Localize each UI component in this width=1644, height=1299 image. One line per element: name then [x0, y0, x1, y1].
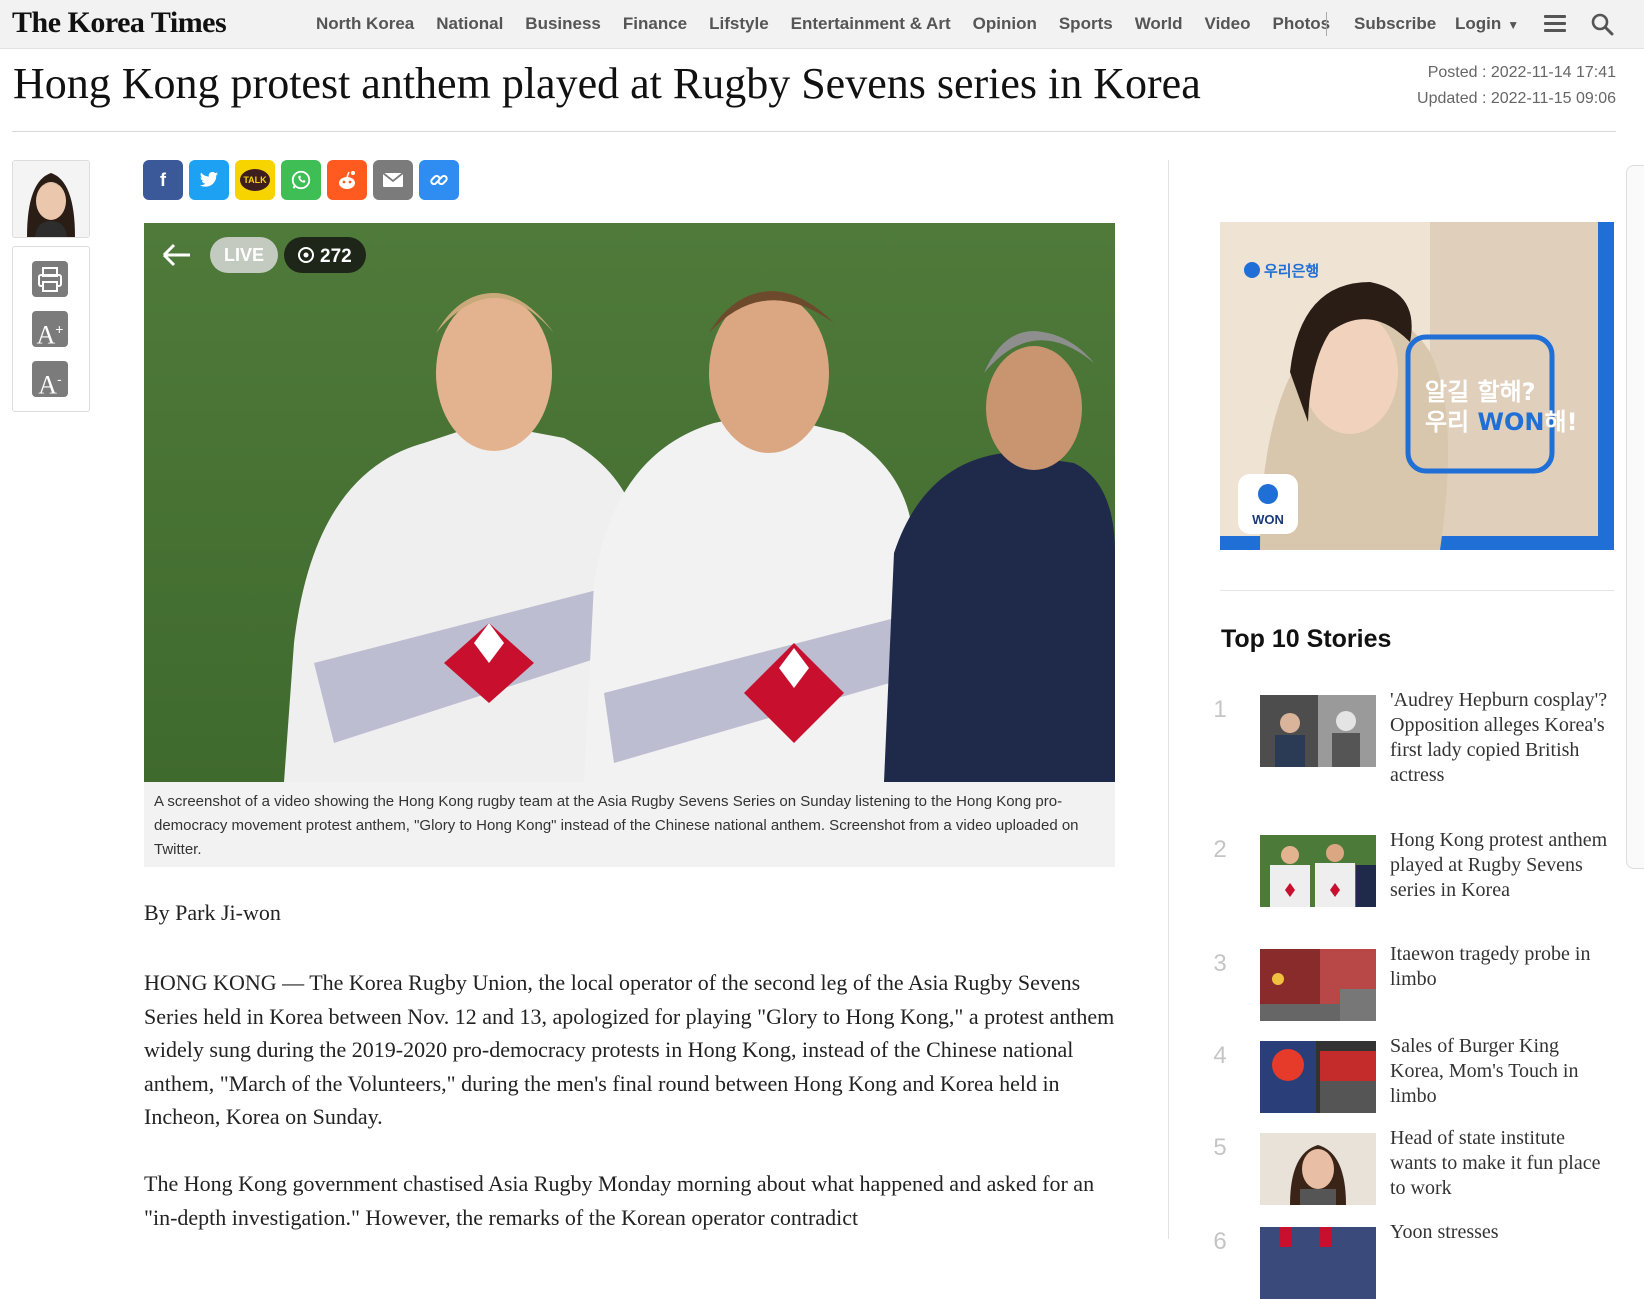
copy-link-icon[interactable]	[419, 160, 459, 200]
ad-line2: 우리 WON해!	[1425, 408, 1578, 436]
advertisement-banner[interactable]: 알길 할해? 우리 WON해! 우리은행 WON	[1220, 222, 1614, 550]
story-rank: 3	[1213, 950, 1227, 977]
article-headline: Hong Kong protest anthem played at Rugby…	[13, 59, 1201, 108]
ad-won-badge: WON	[1252, 512, 1284, 527]
story-thumbnail[interactable]	[1260, 949, 1376, 1021]
byline: By Park Ji-won	[144, 900, 281, 925]
nav-item-video[interactable]: Video	[1205, 14, 1251, 34]
top-stories-title: Top 10 Stories	[1221, 625, 1392, 653]
login-button[interactable]: Login ▼	[1455, 14, 1519, 34]
photo-caption: A screenshot of a video showing the Hong…	[144, 782, 1115, 867]
article-photo[interactable]: LIVE 272	[144, 223, 1115, 782]
headline-divider	[12, 131, 1616, 132]
article-tools: A+ A-	[12, 246, 90, 412]
caption-text: A screenshot of a video showing the Hong…	[154, 793, 1079, 858]
story-title[interactable]: Sales of Burger King Korea, Mom's Touch …	[1390, 1034, 1612, 1109]
story-title[interactable]: Hong Kong protest anthem played at Rugby…	[1390, 828, 1612, 903]
story-rank: 5	[1213, 1134, 1227, 1161]
story-title[interactable]: 'Audrey Hepburn cosplay'? Opposition all…	[1390, 688, 1612, 788]
story-thumbnail[interactable]	[1260, 1133, 1376, 1205]
story-rank: 6	[1213, 1228, 1227, 1255]
sidebar-divider	[1220, 590, 1614, 591]
login-label: Login	[1455, 14, 1502, 33]
article-paragraph: The Hong Kong government chastised Asia …	[144, 1171, 1095, 1230]
search-icon[interactable]	[1590, 12, 1614, 36]
top-bar: The Korea Times North Korea National Bus…	[0, 0, 1644, 49]
print-icon[interactable]	[32, 261, 68, 297]
story-rank: 1	[1213, 696, 1227, 723]
nav-item-business[interactable]: Business	[525, 14, 601, 34]
kakaotalk-icon[interactable]: TALK	[235, 160, 275, 200]
whatsapp-icon[interactable]	[281, 160, 321, 200]
nav-item-world[interactable]: World	[1135, 14, 1183, 34]
nav-item-opinion[interactable]: Opinion	[973, 14, 1037, 34]
subscribe-link[interactable]: Subscribe	[1354, 14, 1436, 34]
story-thumbnail[interactable]	[1260, 835, 1376, 907]
font-decrease-button[interactable]: A-	[32, 361, 68, 400]
story-thumbnail[interactable]	[1260, 1041, 1376, 1113]
nav-item-photos[interactable]: Photos	[1273, 14, 1331, 34]
story-rank: 2	[1213, 836, 1227, 863]
main-nav: North Korea National Business Finance Li…	[316, 0, 1352, 48]
nav-item-lifestyle[interactable]: Lifstyle	[709, 14, 769, 34]
story-title[interactable]: Itaewon tragedy probe in limbo	[1390, 942, 1612, 992]
site-logo[interactable]: The Korea Times	[12, 6, 227, 40]
nav-item-sports[interactable]: Sports	[1059, 14, 1113, 34]
article-paragraph: HONG KONG — The Korea Rugby Union, the l…	[144, 970, 1115, 1129]
email-icon[interactable]	[373, 160, 413, 200]
story-rank: 4	[1213, 1042, 1227, 1069]
nav-item-entertainment[interactable]: Entertainment & Art	[791, 14, 951, 34]
author-avatar[interactable]	[12, 160, 90, 238]
twitter-icon[interactable]	[189, 160, 229, 200]
facebook-icon[interactable]: f	[143, 160, 183, 200]
font-increase-button[interactable]: A+	[32, 311, 68, 350]
nav-item-finance[interactable]: Finance	[623, 14, 687, 34]
view-count: 272	[320, 246, 352, 267]
nav-divider	[1326, 12, 1327, 36]
menu-icon[interactable]	[1544, 15, 1566, 33]
story-thumbnail[interactable]	[1260, 1227, 1376, 1299]
posted-date: Posted : 2022-11-14 17:41	[1427, 64, 1616, 81]
ad-bank-name: 우리은행	[1264, 262, 1319, 280]
updated-date: Updated : 2022-11-15 09:06	[1417, 90, 1616, 107]
story-title[interactable]: Head of state institute wants to make it…	[1390, 1126, 1612, 1201]
ad-line1: 알길 할해?	[1425, 378, 1536, 406]
side-panel-edge[interactable]	[1626, 165, 1644, 869]
live-badge: LIVE	[224, 245, 264, 265]
column-divider	[1168, 160, 1169, 1239]
article-dates: Posted : 2022-11-14 17:41 Updated : 2022…	[1417, 60, 1616, 112]
story-thumbnail[interactable]	[1260, 695, 1376, 767]
nav-item-national[interactable]: National	[436, 14, 503, 34]
chevron-down-icon: ▼	[1507, 18, 1520, 32]
story-title[interactable]: Yoon stresses	[1390, 1220, 1612, 1245]
share-bar: f TALK	[143, 160, 465, 200]
nav-item-north-korea[interactable]: North Korea	[316, 14, 414, 34]
reddit-icon[interactable]	[327, 160, 367, 200]
